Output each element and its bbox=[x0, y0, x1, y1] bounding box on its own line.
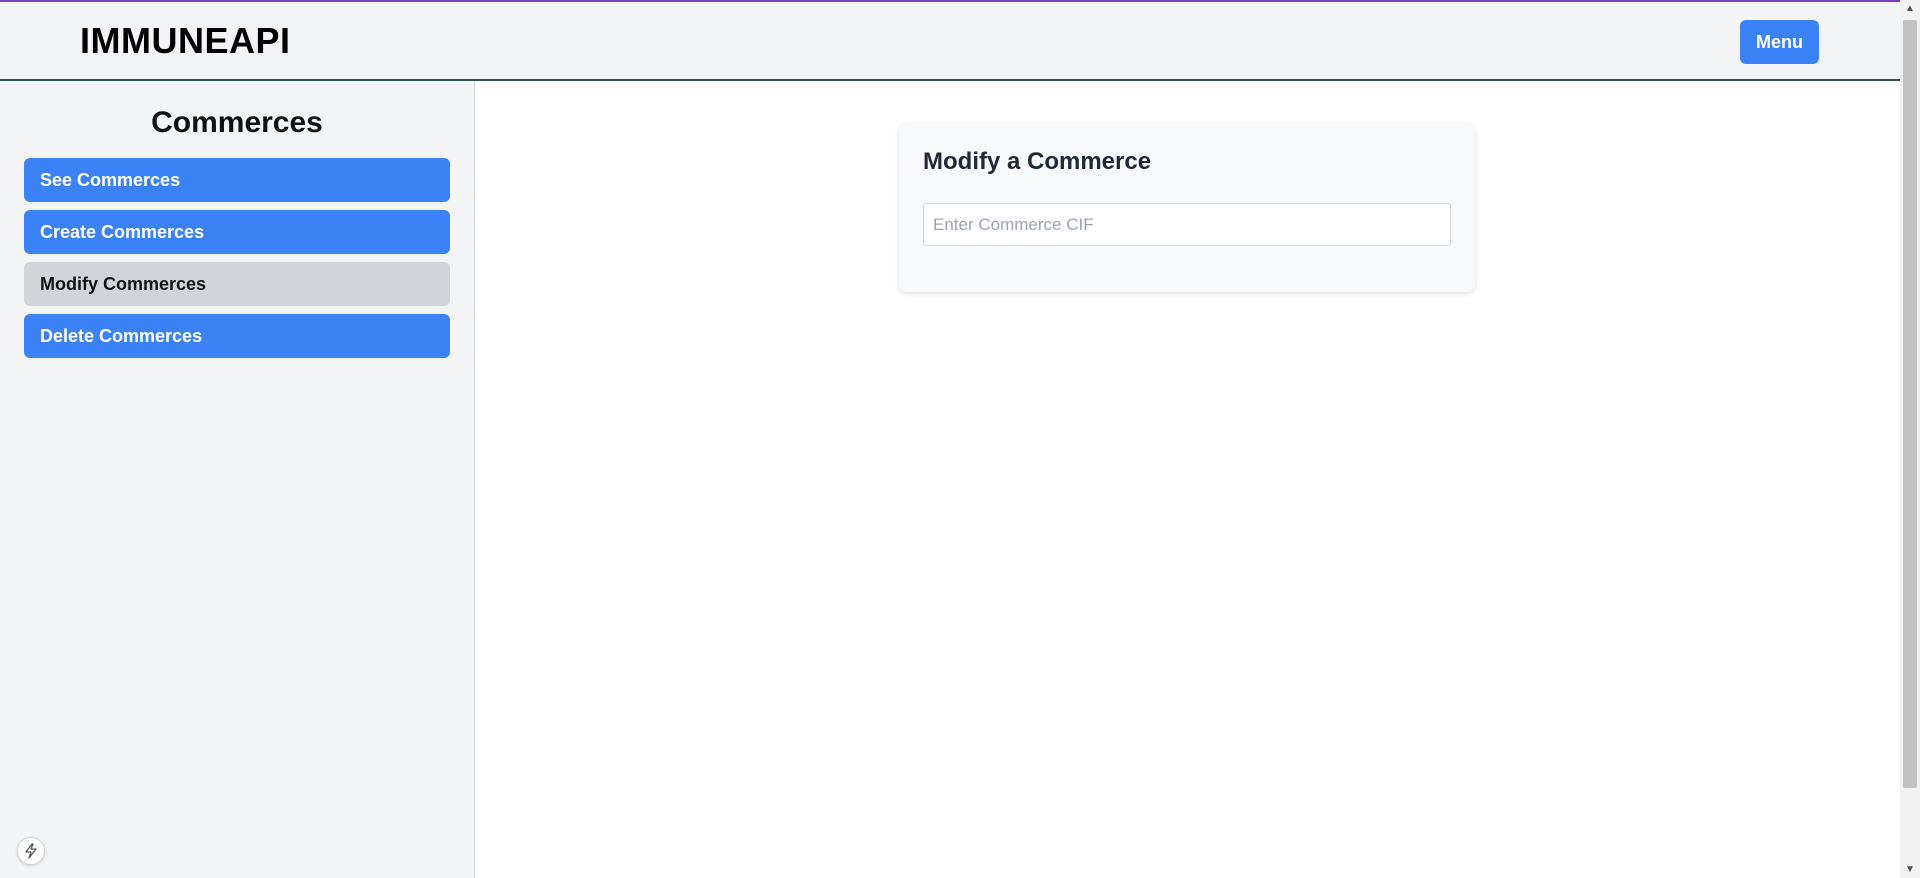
app-logo: IMMUNEAPI bbox=[80, 20, 291, 61]
main-content: Modify a Commerce bbox=[475, 81, 1900, 878]
scrollbar-thumb[interactable] bbox=[1903, 20, 1917, 788]
app-header: IMMUNEAPI Menu bbox=[0, 2, 1900, 81]
sidebar-title: Commerces bbox=[151, 106, 323, 139]
sidebar-item-create-commerces[interactable]: Create Commerces bbox=[24, 210, 450, 254]
sidebar-item-delete-commerces[interactable]: Delete Commerces bbox=[24, 314, 450, 358]
sidebar: Commerces See Commerces Create Commerces… bbox=[0, 81, 475, 878]
commerce-cif-input[interactable] bbox=[923, 203, 1451, 246]
sidebar-item-see-commerces[interactable]: See Commerces bbox=[24, 158, 450, 202]
lightning-bolt-icon[interactable] bbox=[17, 837, 45, 865]
scroll-up-arrow-icon[interactable]: ▲ bbox=[1900, 0, 1920, 17]
card-title: Modify a Commerce bbox=[923, 148, 1152, 175]
vertical-scrollbar[interactable]: ▲ ▼ bbox=[1900, 0, 1920, 878]
menu-button[interactable]: Menu bbox=[1740, 20, 1819, 64]
sidebar-item-modify-commerces[interactable]: Modify Commerces bbox=[24, 262, 450, 306]
scroll-down-arrow-icon[interactable]: ▼ bbox=[1900, 861, 1920, 878]
modify-commerce-card: Modify a Commerce bbox=[899, 123, 1475, 292]
